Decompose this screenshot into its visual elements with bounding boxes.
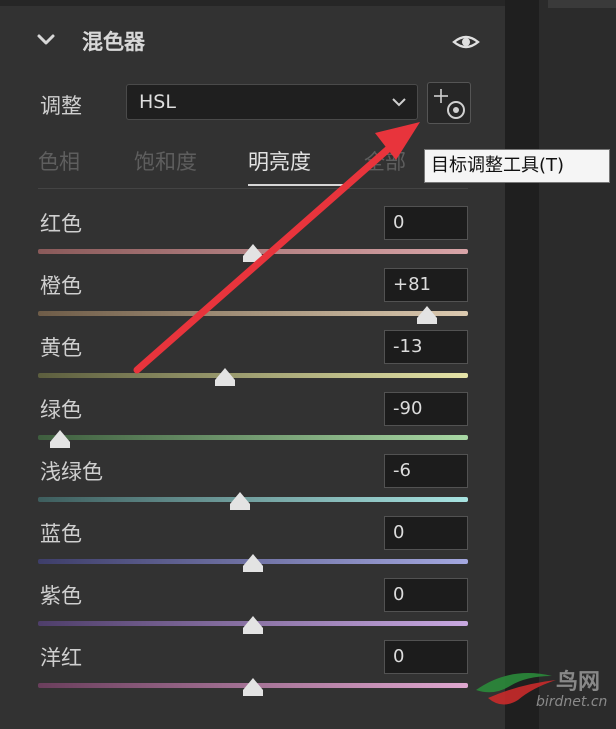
panel-header[interactable]: 混色器 [0,20,505,64]
tab-hue[interactable]: 色相 [38,146,80,176]
slider-track[interactable] [38,435,468,440]
slider-row: 洋红 0 [38,640,468,702]
watermark-cn: 鸟网 [556,670,601,695]
panel-title: 混色器 [82,30,145,54]
slider-value-input[interactable]: 0 [384,206,468,240]
slider-value-input[interactable]: 0 [384,640,468,674]
slider-value-input[interactable]: 0 [384,578,468,612]
slider-thumb[interactable] [417,306,438,324]
slider-thumb[interactable] [215,368,236,386]
slider-track[interactable] [38,373,468,378]
slider-label: 蓝色 [40,522,82,546]
slider-thumb[interactable] [243,244,263,262]
slider-label: 黄色 [40,336,82,360]
slider-value-input[interactable]: -6 [384,454,468,488]
slider-label: 红色 [40,212,82,236]
slider-label: 绿色 [40,398,82,422]
tab-saturation[interactable]: 饱和度 [134,146,197,176]
slider-value-input[interactable]: +81 [384,268,468,302]
right-strip [539,0,616,729]
tab-divider [38,188,468,189]
eye-icon[interactable] [452,32,480,52]
slider-row: 红色 0 [38,206,468,268]
slider-thumb[interactable] [49,430,70,448]
slider-row: 绿色 -90 [38,392,468,454]
target-adjust-tooltip: 目标调整工具(T) [424,149,610,183]
slider-track[interactable] [38,311,468,316]
panel-divider [505,0,539,729]
slider-value-input[interactable]: 0 [384,516,468,550]
right-strip-top [548,0,616,8]
slider-label: 橙色 [40,274,82,298]
slider-row: 黄色 -13 [38,330,468,392]
adjust-label: 调整 [40,94,82,118]
slider-label: 浅绿色 [40,460,103,484]
slider-value-input[interactable]: -90 [384,392,468,426]
slider-thumb[interactable] [243,554,263,572]
panel-top-edge [0,0,505,6]
slider-label: 紫色 [40,584,82,608]
slider-track[interactable] [38,497,468,502]
slider-label: 洋红 [40,646,82,670]
target-adjust-button[interactable] [427,82,471,124]
slider-thumb[interactable] [243,678,263,696]
slider-value-input[interactable]: -13 [384,330,468,364]
slider-thumb[interactable] [243,616,263,634]
watermark-en: birdnet.cn [536,694,608,710]
tab-all[interactable]: 全部 [364,146,406,176]
slider-row: 浅绿色 -6 [38,454,468,516]
dropdown-chevron-icon [392,98,406,107]
chevron-down-icon[interactable] [36,32,56,48]
tab-active-indicator [248,184,344,186]
adjust-select-value: HSL [139,91,176,113]
tab-bar: 色相 饱和度 明亮度 全部 [38,140,468,190]
tab-luminance[interactable]: 明亮度 [248,146,311,176]
slider-row: 橙色 +81 [38,268,468,330]
slider-row: 蓝色 0 [38,516,468,578]
slider-row: 紫色 0 [38,578,468,640]
target-adjust-icon [434,89,465,119]
slider-thumb[interactable] [230,492,251,510]
adjust-select[interactable]: HSL [126,84,418,120]
